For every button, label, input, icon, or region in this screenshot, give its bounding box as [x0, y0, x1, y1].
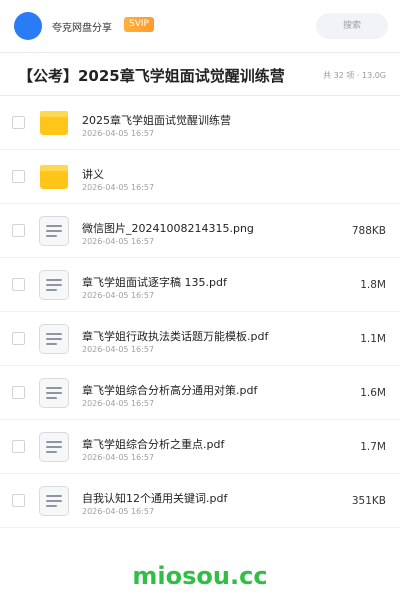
list-item[interactable]: 2025章飞学姐面试觉醒训练营 2026-04-05 16:57	[0, 96, 400, 150]
file-name[interactable]: 自我认知12个通用关键词.pdf	[82, 490, 227, 506]
row-checkbox[interactable]	[12, 170, 25, 183]
page-title: 【公考】2025章飞学姐面试觉醒训练营	[18, 67, 285, 85]
document-icon	[39, 270, 69, 300]
row-checkbox[interactable]	[12, 224, 25, 237]
file-date: 2026-04-05 16:57	[82, 237, 155, 246]
document-icon	[39, 432, 69, 462]
header-divider	[0, 52, 400, 53]
document-icon	[39, 378, 69, 408]
document-icon	[39, 486, 69, 516]
list-item[interactable]: 章飞学姐行政执法类话题万能模板.pdf 2026-04-05 16:57 1.1…	[0, 312, 400, 366]
svip-badge: SVIP	[124, 17, 154, 32]
file-size: 788KB	[351, 225, 386, 237]
row-checkbox[interactable]	[12, 494, 25, 507]
file-name[interactable]: 章飞学姐综合分析高分通用对策.pdf	[82, 382, 257, 398]
list-item[interactable]: 讲义 2026-04-05 16:57	[0, 150, 400, 204]
file-size: 1.8M	[360, 279, 386, 291]
file-list: 2025章飞学姐面试觉醒训练营 2026-04-05 16:57 讲义 2026…	[0, 96, 400, 528]
folder-icon	[40, 111, 68, 135]
file-name[interactable]: 2025章飞学姐面试觉醒训练营	[82, 112, 231, 128]
file-name[interactable]: 章飞学姐行政执法类话题万能模板.pdf	[82, 328, 268, 344]
top-bar: 夸克网盘分享 SVIP 搜索	[0, 0, 400, 52]
watermark: miosou.cc	[132, 562, 268, 590]
file-date: 2026-04-05 16:57	[82, 345, 155, 354]
list-item[interactable]: 章飞学姐综合分析高分通用对策.pdf 2026-04-05 16:57 1.6M	[0, 366, 400, 420]
document-icon	[39, 216, 69, 246]
file-date: 2026-04-05 16:57	[82, 453, 155, 462]
document-icon	[39, 324, 69, 354]
list-item[interactable]: 微信图片_20241008214315.png 2026-04-05 16:57…	[0, 204, 400, 258]
list-item[interactable]: 章飞学姐面试逐字稿 135.pdf 2026-04-05 16:57 1.8M	[0, 258, 400, 312]
file-date: 2026-04-05 16:57	[82, 399, 155, 408]
row-checkbox[interactable]	[12, 116, 25, 129]
folder-meta: 共 32 项 · 13.0G	[323, 71, 386, 80]
file-date: 2026-04-05 16:57	[82, 183, 155, 192]
file-size: 1.7M	[360, 441, 386, 453]
row-checkbox[interactable]	[12, 278, 25, 291]
file-size: 1.6M	[360, 387, 386, 399]
list-item[interactable]: 自我认知12个通用关键词.pdf 2026-04-05 16:57 351KB	[0, 474, 400, 528]
avatar[interactable]	[14, 12, 42, 40]
share-owner-name: 夸克网盘分享	[52, 23, 112, 34]
row-checkbox[interactable]	[12, 332, 25, 345]
search-input[interactable]: 搜索	[316, 13, 388, 39]
file-name[interactable]: 章飞学姐综合分析之重点.pdf	[82, 436, 224, 452]
file-date: 2026-04-05 16:57	[82, 129, 155, 138]
file-name[interactable]: 章飞学姐面试逐字稿 135.pdf	[82, 274, 227, 290]
file-date: 2026-04-05 16:57	[82, 507, 155, 516]
list-item[interactable]: 章飞学姐综合分析之重点.pdf 2026-04-05 16:57 1.7M	[0, 420, 400, 474]
file-size: 1.1M	[360, 333, 386, 345]
folder-icon	[40, 165, 68, 189]
row-checkbox[interactable]	[12, 386, 25, 399]
file-date: 2026-04-05 16:57	[82, 291, 155, 300]
file-size: 351KB	[351, 495, 386, 507]
row-checkbox[interactable]	[12, 440, 25, 453]
file-name[interactable]: 微信图片_20241008214315.png	[82, 220, 254, 236]
file-name[interactable]: 讲义	[82, 166, 104, 182]
